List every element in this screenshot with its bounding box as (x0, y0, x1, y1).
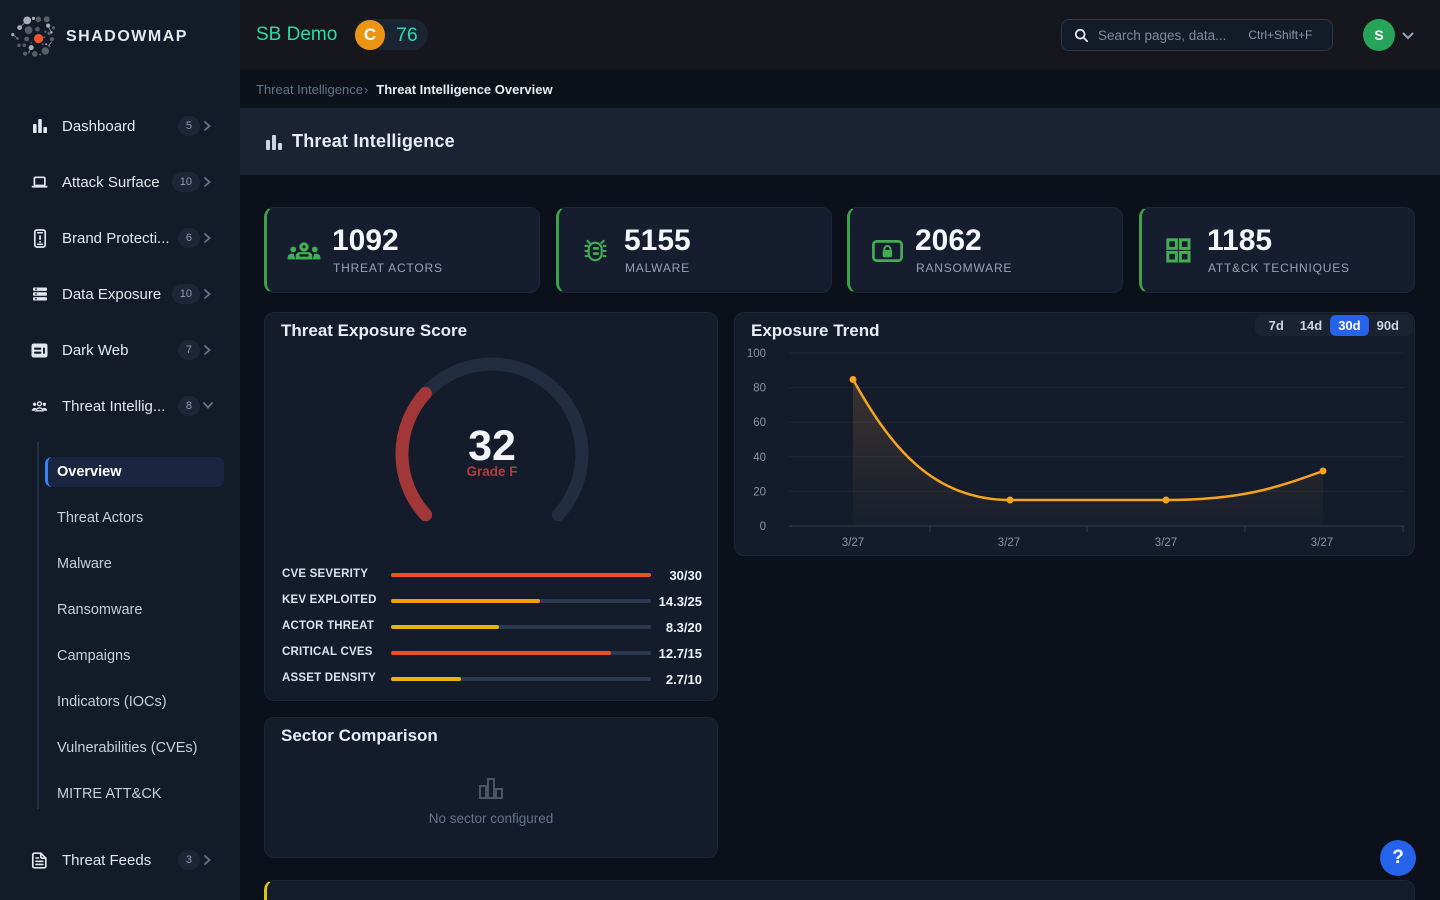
svg-text:20: 20 (753, 486, 766, 498)
svg-text:40: 40 (753, 452, 766, 464)
svg-text:3/27: 3/27 (842, 537, 864, 549)
svg-text:3/27: 3/27 (1311, 537, 1333, 549)
svg-text:3/27: 3/27 (1155, 537, 1177, 549)
svg-text:3/27: 3/27 (998, 537, 1020, 549)
svg-text:0: 0 (760, 521, 766, 533)
svg-text:100: 100 (747, 348, 766, 360)
svg-text:60: 60 (753, 417, 766, 429)
svg-text:80: 80 (753, 383, 766, 395)
